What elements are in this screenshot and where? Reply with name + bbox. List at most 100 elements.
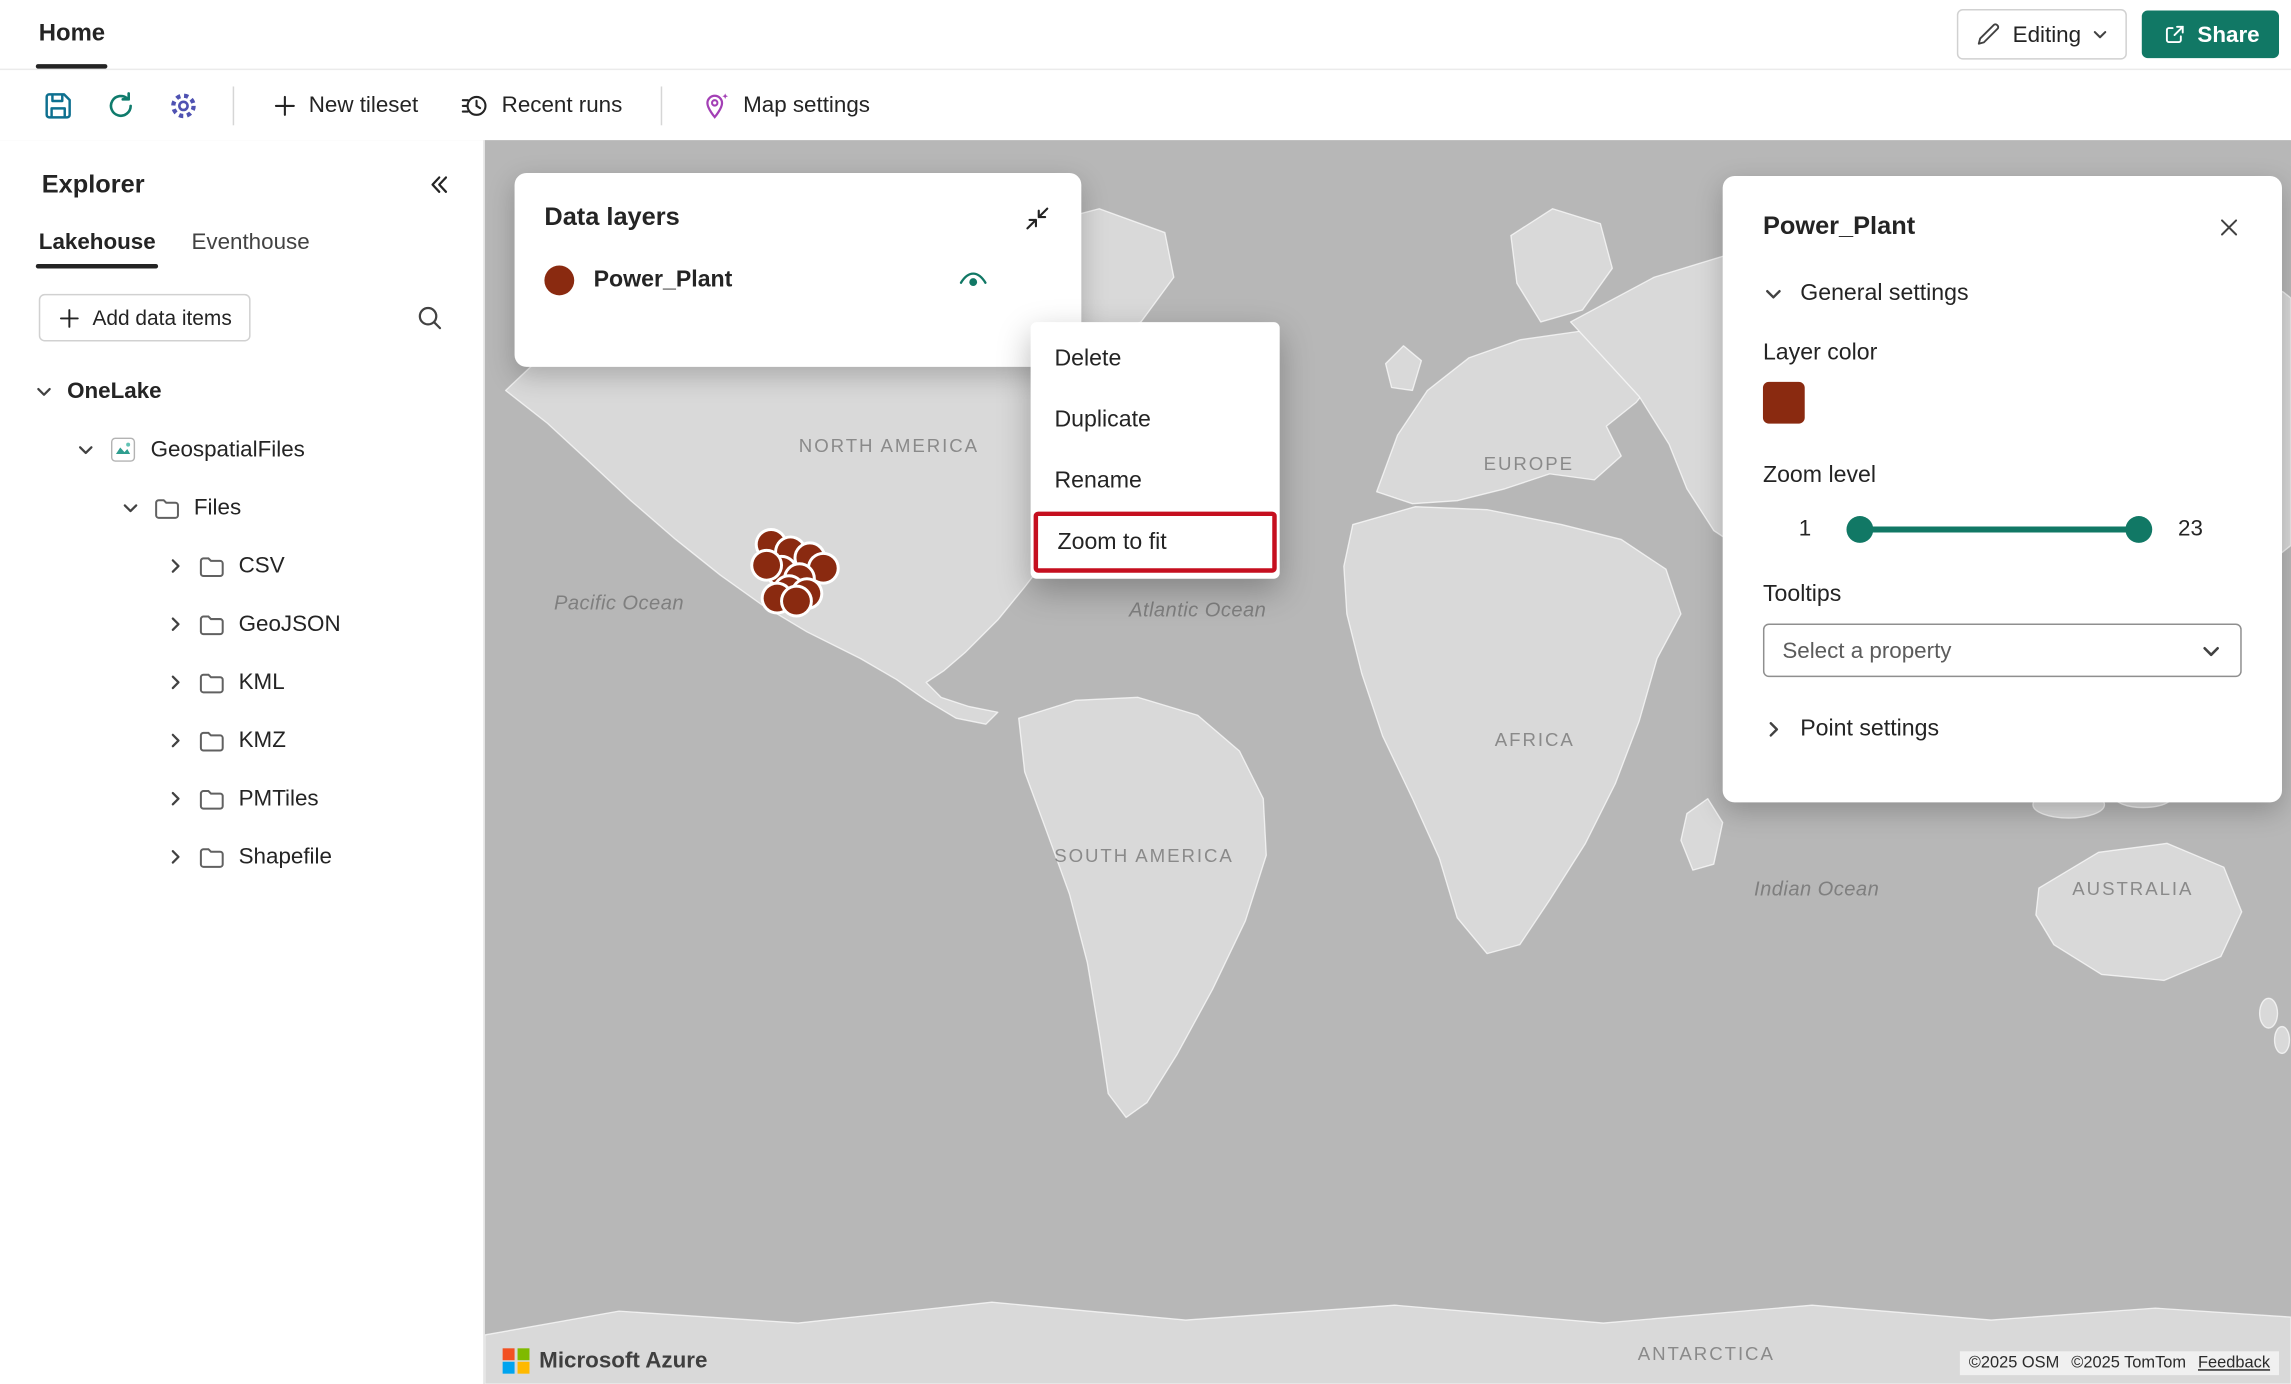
- tree-item-label: GeospatialFiles: [151, 437, 305, 462]
- folder-icon: [198, 727, 225, 754]
- tree-item-shapefile[interactable]: Shapefile: [0, 828, 483, 886]
- zoom-min-value: 1: [1799, 516, 1811, 541]
- brand-text: Microsoft Azure: [539, 1348, 707, 1373]
- tree-item-files[interactable]: Files: [0, 479, 483, 537]
- point-settings-section[interactable]: Point settings: [1763, 716, 2242, 743]
- tree-item-csv[interactable]: CSV: [0, 537, 483, 595]
- chevron-down-icon: [2200, 639, 2222, 661]
- tree-item-label: KMZ: [239, 728, 286, 753]
- tab-eventhouse[interactable]: Eventhouse: [174, 215, 328, 269]
- map-canvas[interactable]: NORTH AMERICA Pacific Ocean Atlantic Oce…: [485, 140, 2291, 1384]
- map-settings-label: Map settings: [743, 92, 870, 117]
- folder-icon: [198, 785, 225, 812]
- top-bar: Home Editing Share: [0, 0, 2291, 70]
- lakehouse-icon: [109, 436, 137, 464]
- point-settings-label: Point settings: [1800, 716, 1939, 743]
- chevron-right-icon[interactable]: [164, 672, 185, 693]
- explorer-tree: OneLake GeospatialFiles Files CSV: [0, 362, 483, 886]
- tab-home[interactable]: Home: [36, 0, 108, 69]
- collapse-panel-icon[interactable]: [424, 172, 451, 199]
- tab-home-label: Home: [39, 21, 105, 48]
- collapse-card-icon[interactable]: [1023, 204, 1051, 232]
- new-tileset-button[interactable]: New tileset: [264, 87, 427, 124]
- chevron-right-icon[interactable]: [164, 614, 185, 635]
- layer-settings-title: Power_Plant: [1763, 212, 1915, 242]
- microsoft-logo-icon: [503, 1348, 529, 1374]
- tree-item-label: PMTiles: [239, 786, 319, 811]
- chevron-right-icon[interactable]: [164, 846, 185, 867]
- refresh-button[interactable]: [101, 86, 140, 125]
- chevron-right-icon[interactable]: [164, 556, 185, 577]
- chevron-down-icon[interactable]: [33, 381, 54, 402]
- chevron-down-icon[interactable]: [75, 439, 96, 460]
- tooltips-label: Tooltips: [1763, 582, 2242, 609]
- layer-context-menu: Delete Duplicate Rename Zoom to fit: [1031, 322, 1280, 579]
- layer-name: Power_Plant: [594, 267, 733, 294]
- feedback-link[interactable]: Feedback: [2198, 1354, 2270, 1372]
- add-data-items-label: Add data items: [92, 306, 231, 330]
- map-label-australia: AUSTRALIA: [2072, 878, 2193, 899]
- tree-item-geospatialfiles[interactable]: GeospatialFiles: [0, 421, 483, 479]
- recent-runs-button[interactable]: Recent runs: [451, 84, 631, 126]
- tab-lakehouse[interactable]: Lakehouse: [21, 215, 174, 269]
- chevron-right-icon[interactable]: [164, 730, 185, 751]
- map-label-atlantic-ocean: Atlantic Ocean: [1129, 599, 1266, 621]
- menu-item-rename[interactable]: Rename: [1031, 450, 1280, 511]
- slider-track[interactable]: [1855, 526, 2143, 532]
- tree-item-onelake[interactable]: OneLake: [0, 362, 483, 420]
- new-tileset-label: New tileset: [309, 92, 418, 117]
- folder-icon: [198, 843, 225, 870]
- plus-icon: [58, 307, 80, 329]
- tree-item-geojson[interactable]: GeoJSON: [0, 595, 483, 653]
- general-settings-label: General settings: [1800, 280, 1968, 307]
- map-attribution: ©2025 OSM ©2025 TomTom Feedback: [1960, 1351, 2279, 1375]
- tooltips-property-dropdown[interactable]: Select a property: [1763, 623, 2242, 677]
- chevron-down-icon: [2092, 25, 2110, 43]
- map-label-north-america: NORTH AMERICA: [799, 436, 979, 457]
- layer-color-dot: [544, 265, 574, 295]
- search-icon[interactable]: [415, 303, 445, 333]
- settings-gear-button[interactable]: [164, 86, 203, 125]
- folder-icon: [198, 611, 225, 638]
- tree-item-pmtiles[interactable]: PMTiles: [0, 770, 483, 828]
- tree-item-kml[interactable]: KML: [0, 653, 483, 711]
- save-button[interactable]: [39, 86, 78, 125]
- general-settings-section[interactable]: General settings: [1763, 280, 2242, 307]
- tree-item-label: GeoJSON: [239, 612, 341, 637]
- tab-lakehouse-label: Lakehouse: [39, 229, 156, 254]
- menu-item-zoom-to-fit[interactable]: Zoom to fit: [1034, 512, 1277, 573]
- slider-thumb-min[interactable]: [1846, 516, 1873, 543]
- share-button[interactable]: Share: [2142, 10, 2279, 58]
- layer-visibility-eye-icon[interactable]: [958, 265, 989, 296]
- zoom-level-slider: 1 23: [1763, 513, 2242, 546]
- close-icon[interactable]: [2216, 214, 2241, 239]
- editing-mode-button[interactable]: Editing: [1957, 9, 2127, 60]
- tree-item-kmz[interactable]: KMZ: [0, 711, 483, 769]
- recent-runs-icon: [460, 90, 490, 120]
- layer-row-power-plant[interactable]: Power_Plant: [544, 265, 1051, 295]
- plus-icon: [273, 93, 297, 117]
- menu-item-delete[interactable]: Delete: [1031, 328, 1280, 389]
- menu-item-duplicate[interactable]: Duplicate: [1031, 389, 1280, 450]
- layer-color-label: Layer color: [1763, 340, 2242, 367]
- chevron-down-icon[interactable]: [119, 497, 140, 518]
- pencil-icon: [1975, 21, 2002, 48]
- toolbar: New tileset Recent runs Map settings: [0, 70, 2291, 142]
- tab-underline: [36, 264, 159, 268]
- map-label-south-america: SOUTH AMERICA: [1054, 846, 1234, 867]
- data-layers-panel: Data layers Power_Plant: [515, 173, 1082, 367]
- tree-item-label: CSV: [239, 553, 285, 578]
- map-settings-button[interactable]: Map settings: [692, 84, 879, 126]
- app-window: Home Editing Share: [0, 0, 2291, 1384]
- layer-color-swatch[interactable]: [1763, 382, 1805, 424]
- folder-icon: [198, 553, 225, 580]
- slider-thumb-max[interactable]: [2125, 516, 2152, 543]
- layer-settings-panel: Power_Plant General settings Layer color…: [1723, 176, 2282, 802]
- chevron-right-icon[interactable]: [164, 788, 185, 809]
- data-layers-title: Data layers: [544, 203, 679, 233]
- tree-item-label: Shapefile: [239, 844, 332, 869]
- tree-item-label: Files: [194, 495, 241, 520]
- folder-icon: [154, 494, 181, 521]
- map-label-pacific-ocean: Pacific Ocean: [554, 591, 684, 613]
- add-data-items-button[interactable]: Add data items: [39, 294, 251, 342]
